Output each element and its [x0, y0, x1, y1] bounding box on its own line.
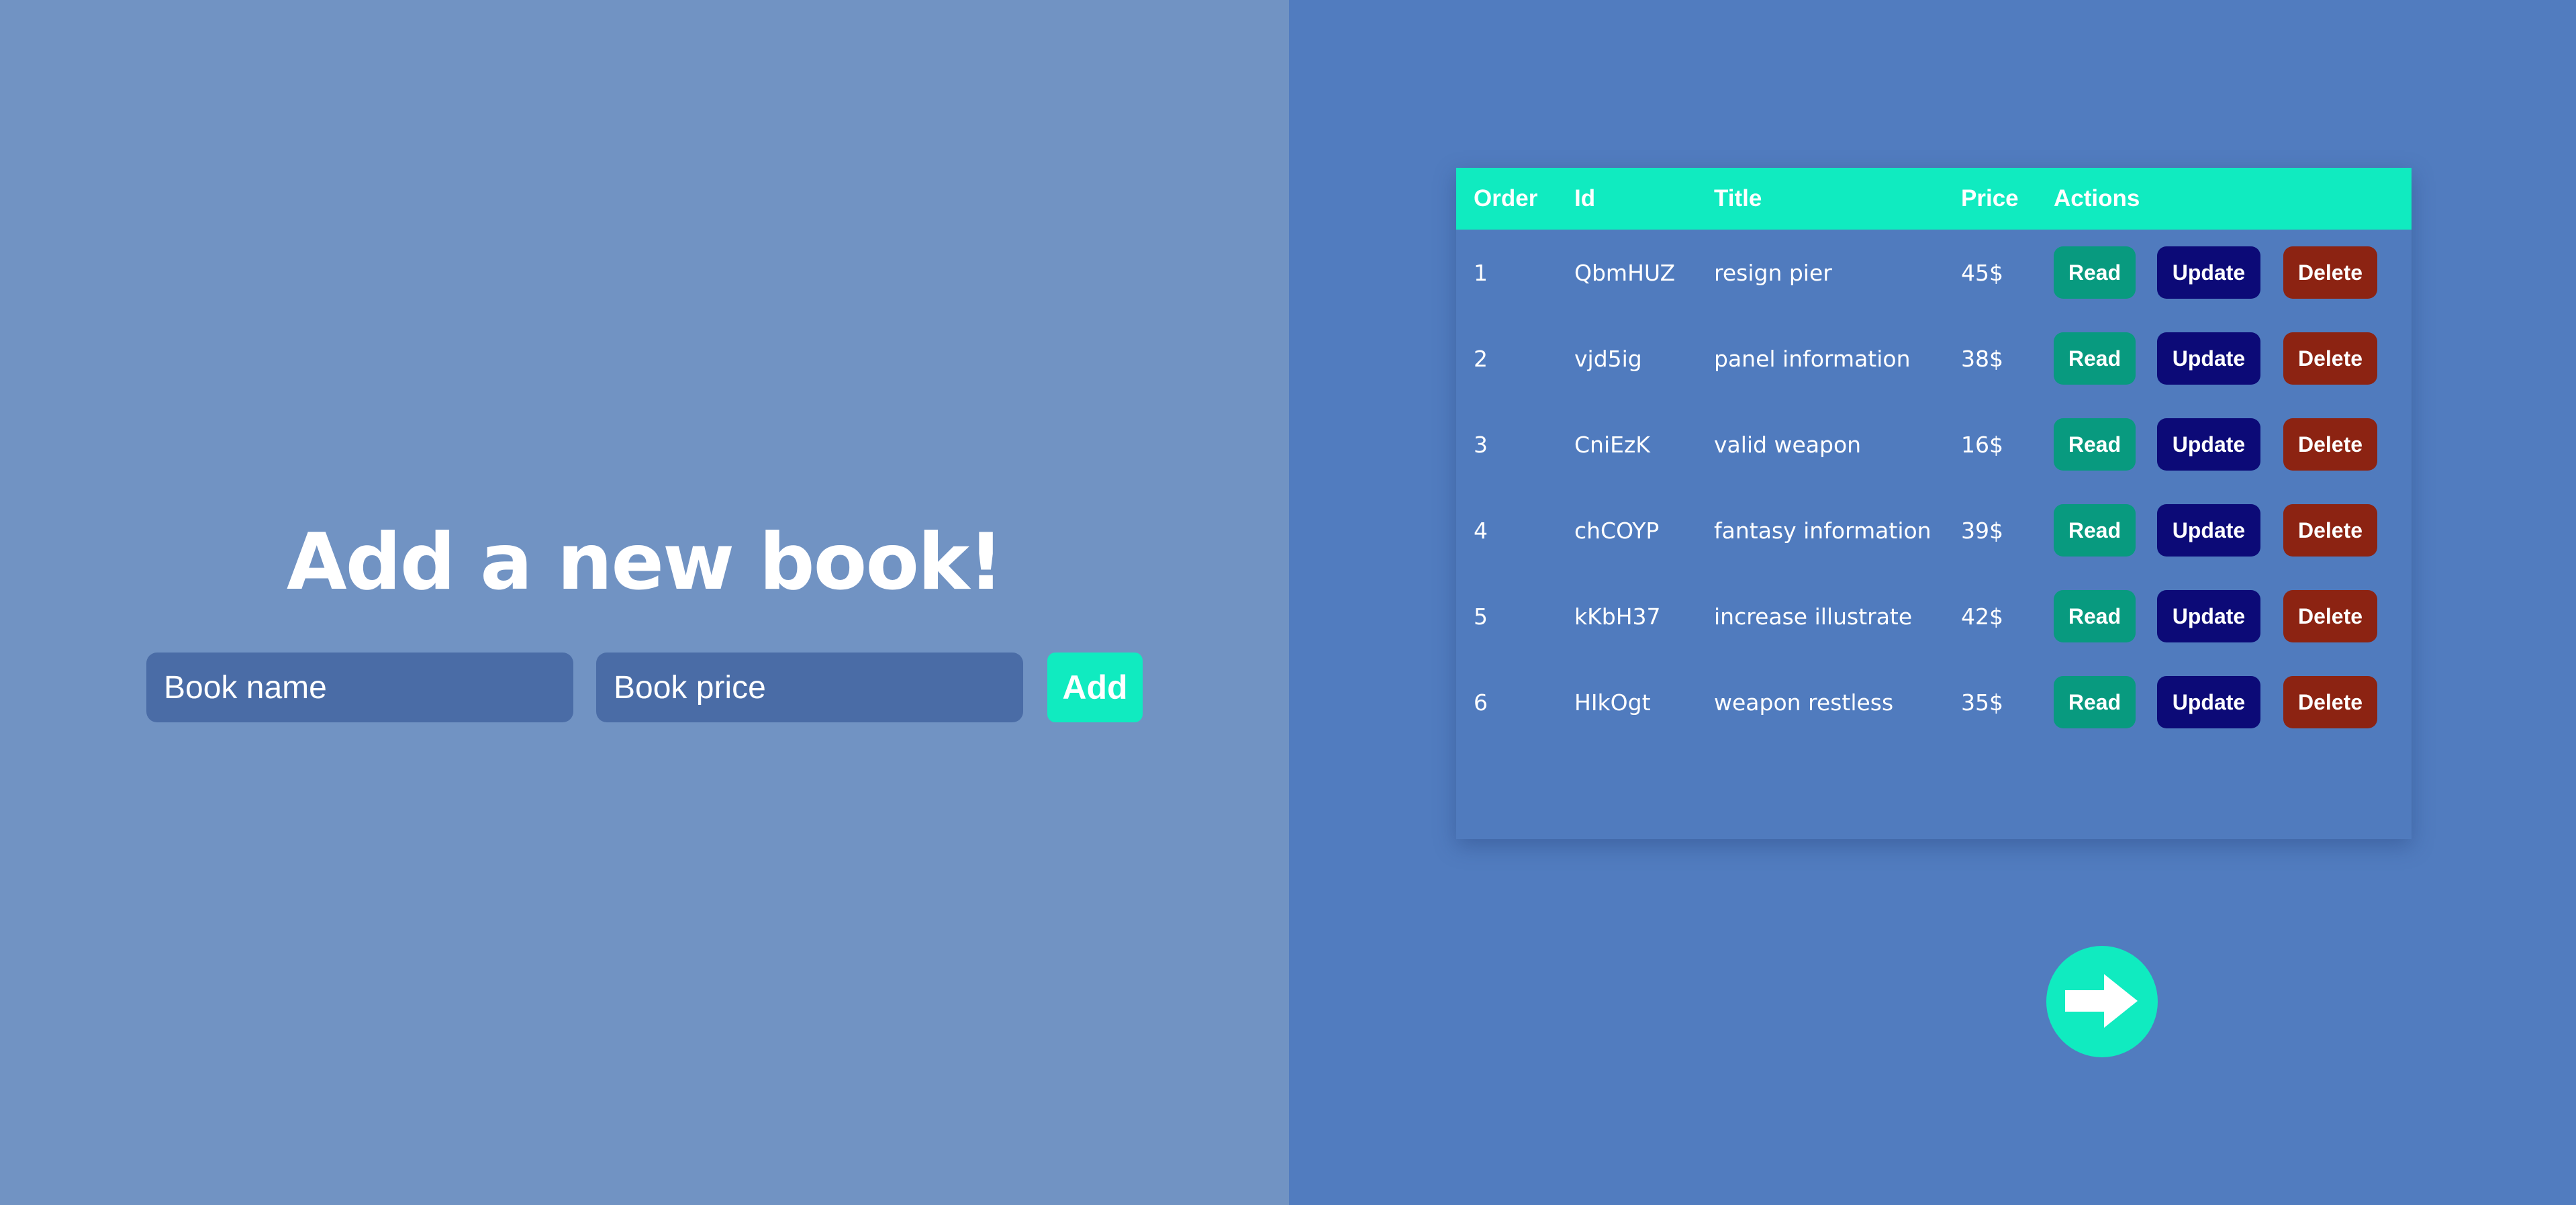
- read-button[interactable]: Read: [2054, 676, 2136, 728]
- update-button[interactable]: Update: [2157, 676, 2260, 728]
- delete-button[interactable]: Delete: [2283, 418, 2377, 471]
- book-price-input[interactable]: [596, 653, 1023, 722]
- actions-cell: Read Update Delete: [2036, 659, 2412, 745]
- table-row: 3 CniEzK valid weapon 16$ Read Update Dele…: [1456, 401, 2412, 487]
- table-row: 2 vjd5ig panel information 38$ Read Updat…: [1456, 316, 2412, 401]
- update-button[interactable]: Update: [2157, 418, 2260, 471]
- table-row: 6 HIkOgt weapon restless 35$ Read Update D…: [1456, 659, 2412, 745]
- price-cell: 45$: [1961, 259, 2003, 286]
- actions-cell: Read Update Delete: [2036, 316, 2412, 401]
- header-title: Title: [1714, 185, 1762, 211]
- table-row: 4 chCOYP fantasy information 39$ Read Upd…: [1456, 487, 2412, 573]
- id-cell: vjd5ig: [1574, 345, 1642, 372]
- update-button[interactable]: Update: [2157, 246, 2260, 299]
- id-cell: CniEzK: [1574, 431, 1650, 458]
- price-cell: 16$: [1961, 431, 2003, 458]
- id-cell: HIkOgt: [1574, 689, 1651, 716]
- order-cell: 2: [1474, 345, 1488, 372]
- page-title: Add a new book!: [286, 517, 1004, 608]
- update-button[interactable]: Update: [2157, 504, 2260, 557]
- read-button[interactable]: Read: [2054, 332, 2136, 385]
- title-cell: weapon restless: [1714, 689, 1894, 716]
- order-cell: 5: [1474, 603, 1488, 630]
- next-page-button[interactable]: [2046, 946, 2158, 1057]
- header-price: Price: [1961, 185, 2019, 211]
- header-actions: Actions: [2054, 185, 2140, 211]
- delete-button[interactable]: Delete: [2283, 246, 2377, 299]
- read-button[interactable]: Read: [2054, 246, 2136, 299]
- delete-button[interactable]: Delete: [2283, 590, 2377, 642]
- id-cell: QbmHUZ: [1574, 259, 1676, 286]
- title-cell: panel information: [1714, 345, 1911, 372]
- title-cell: valid weapon: [1714, 431, 1862, 458]
- table-header-row: Order Id Title Price Actions: [1456, 168, 2412, 230]
- order-cell: 4: [1474, 517, 1488, 544]
- update-button[interactable]: Update: [2157, 332, 2260, 385]
- id-cell: kKbH37: [1574, 603, 1661, 630]
- actions-cell: Read Update Delete: [2036, 401, 2412, 487]
- title-cell: resign pier: [1714, 259, 1832, 286]
- price-cell: 35$: [1961, 689, 2003, 716]
- delete-button[interactable]: Delete: [2283, 332, 2377, 385]
- book-name-input[interactable]: [146, 653, 573, 722]
- read-button[interactable]: Read: [2054, 590, 2136, 642]
- title-cell: fantasy information: [1714, 517, 1931, 544]
- actions-cell: Read Update Delete: [2036, 230, 2412, 316]
- table-row: 1 QbmHUZ resign pier 45$ Read Update Delet…: [1456, 230, 2412, 316]
- actions-cell: Read Update Delete: [2036, 573, 2412, 659]
- title-cell: increase illustrate: [1714, 603, 1913, 630]
- price-cell: 39$: [1961, 517, 2003, 544]
- add-book-form: Add: [146, 653, 1143, 722]
- id-cell: chCOYP: [1574, 517, 1660, 544]
- table-row: 5 kKbH37 increase illustrate 42$ Read Upd…: [1456, 573, 2412, 659]
- page: Add a new book! Add Order Id: [0, 0, 2576, 1205]
- actions-cell: Read Update Delete: [2036, 487, 2412, 573]
- add-book-panel: Add a new book! Add: [0, 0, 1289, 1205]
- add-button[interactable]: Add: [1047, 653, 1143, 722]
- delete-button[interactable]: Delete: [2283, 504, 2377, 557]
- books-table: Order Id Title Price Actions 1 QbmHUZ re…: [1456, 168, 2412, 745]
- order-cell: 1: [1474, 259, 1488, 286]
- arrow-right-icon: [2062, 969, 2142, 1035]
- delete-button[interactable]: Delete: [2283, 676, 2377, 728]
- read-button[interactable]: Read: [2054, 504, 2136, 557]
- order-cell: 3: [1474, 431, 1488, 458]
- price-cell: 42$: [1961, 603, 2003, 630]
- update-button[interactable]: Update: [2157, 590, 2260, 642]
- header-order: Order: [1474, 185, 1538, 211]
- header-id: Id: [1574, 185, 1596, 211]
- order-cell: 6: [1474, 689, 1488, 716]
- price-cell: 38$: [1961, 345, 2003, 372]
- read-button[interactable]: Read: [2054, 418, 2136, 471]
- books-table-card: Order Id Title Price Actions 1 QbmHUZ re…: [1456, 168, 2412, 1057]
- books-panel: Order Id Title Price Actions 1 QbmHUZ re…: [1289, 0, 2576, 1205]
